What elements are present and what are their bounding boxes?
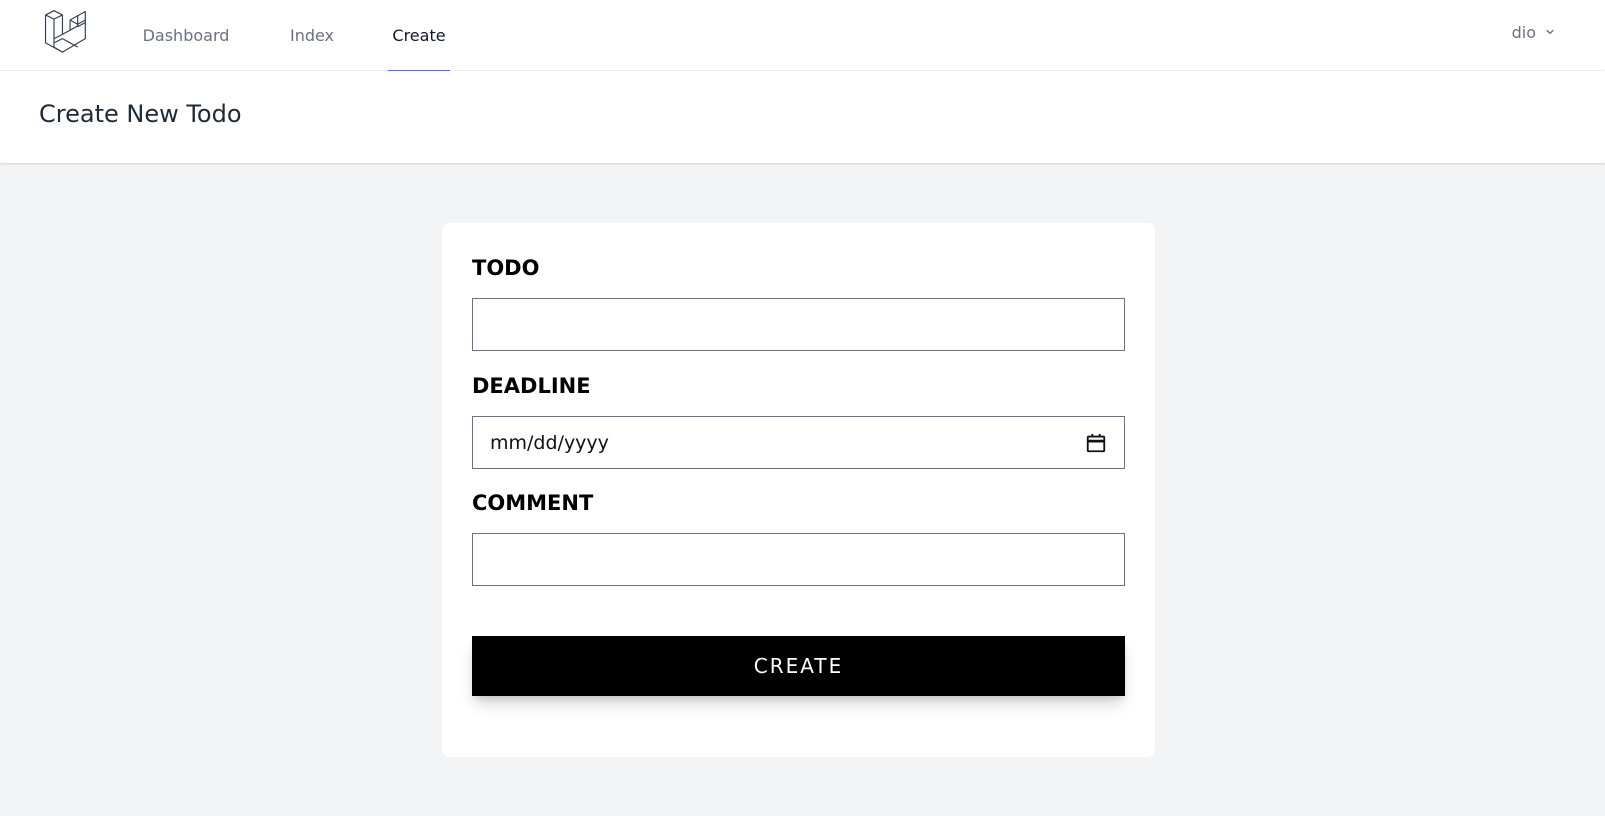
laravel-logo-icon[interactable] (42, 9, 88, 53)
user-menu-dropdown[interactable]: dio (1512, 0, 1557, 64)
todo-field-label: TODO (472, 256, 540, 280)
todo-input[interactable] (472, 298, 1125, 351)
create-button[interactable]: CREATE (472, 636, 1125, 696)
nav-link-index[interactable]: Index (288, 0, 336, 71)
create-todo-form-card: TODO DEADLINE mm/dd/yyyy COMMENT CREATE (442, 223, 1155, 757)
nav-link-dashboard-label: Dashboard (142, 25, 230, 45)
user-name: dio (1511, 22, 1536, 42)
comment-input[interactable] (472, 533, 1125, 586)
chevron-down-icon (1546, 29, 1554, 35)
nav-link-create[interactable]: Create (388, 0, 450, 72)
nav-link-index-label: Index (289, 25, 335, 45)
deadline-field-label: DEADLINE (472, 374, 591, 398)
deadline-date-value: mm/dd/yyyy (490, 431, 609, 454)
page-header: Create New Todo (0, 71, 1605, 163)
page-title: Create New Todo (39, 100, 242, 128)
deadline-date-input[interactable]: mm/dd/yyyy (472, 416, 1125, 469)
top-navigation: Dashboard Index Create dio (0, 0, 1605, 72)
calendar-icon[interactable] (1085, 432, 1107, 454)
nav-link-create-label: Create (392, 25, 446, 45)
comment-field-label: COMMENT (472, 491, 594, 515)
nav-link-dashboard[interactable]: Dashboard (141, 0, 231, 71)
